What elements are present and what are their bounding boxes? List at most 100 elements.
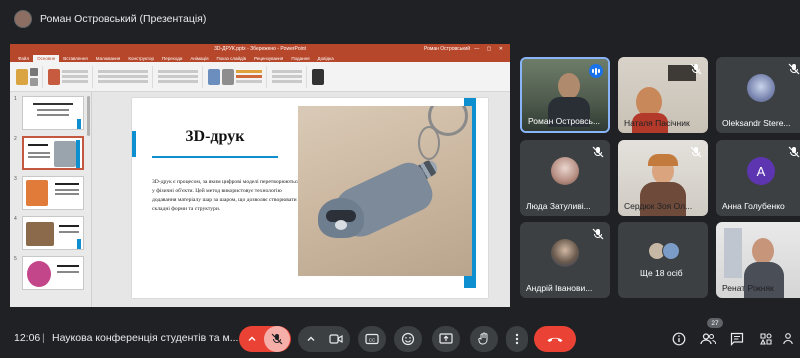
host-controls-button[interactable] xyxy=(778,328,800,350)
slide-thumbnails: 1 2 3 4 5 xyxy=(10,92,92,307)
slide-thumbnail[interactable] xyxy=(22,96,84,130)
mic-control-group xyxy=(239,326,291,352)
mic-off-icon xyxy=(592,228,604,240)
powerpoint-window-title: 3D-ДРУК.pptx - Збережено - PowerPoint xyxy=(214,45,306,52)
thumbnail-number: 5 xyxy=(14,256,17,262)
powerpoint-body: 1 2 3 4 5 3D-друк 3D-друк є процесом, за… xyxy=(10,92,510,307)
ribbon-group-drawing xyxy=(208,65,267,88)
shapes-icon[interactable] xyxy=(208,68,220,85)
tab-transitions[interactable]: Переходи xyxy=(158,55,186,62)
thumbnail-scrollbar[interactable] xyxy=(87,96,90,136)
dictate-icon[interactable] xyxy=(312,68,324,85)
raise-hand-button[interactable] xyxy=(470,326,498,352)
speaking-indicator-icon xyxy=(589,64,603,78)
slide-body-text[interactable]: 3D-друк є процесом, за яким цифрові моде… xyxy=(152,178,302,214)
more-participants-tile[interactable]: Ще 18 осіб xyxy=(618,222,708,298)
tab-home[interactable]: Основне xyxy=(33,55,60,62)
chat-button[interactable] xyxy=(726,328,748,350)
people-button[interactable] xyxy=(697,328,719,350)
tab-help[interactable]: Довідка xyxy=(314,55,338,62)
arrange-icon[interactable] xyxy=(222,68,234,85)
present-screen-button[interactable] xyxy=(432,326,460,352)
meeting-controls-bar: 12:06 | Наукова конференція студентів та… xyxy=(0,318,800,358)
participant-tile[interactable]: Роман Островсь... xyxy=(520,57,610,133)
activities-icon xyxy=(760,333,772,345)
meeting-name: Наукова конференція студентів та м... xyxy=(52,332,239,344)
slide-thumbnail[interactable] xyxy=(22,256,84,290)
meeting-details-button[interactable] xyxy=(668,328,690,350)
mic-toggle-button[interactable] xyxy=(264,326,290,352)
camera-toggle-button[interactable] xyxy=(323,326,349,352)
tab-draw[interactable]: Малювання xyxy=(92,55,125,62)
mic-off-icon xyxy=(690,63,702,75)
slide-editor[interactable]: 3D-друк 3D-друк є процесом, за яким цифр… xyxy=(92,92,510,307)
participant-tile[interactable]: Люда Затуливі... xyxy=(520,140,610,216)
slide-thumbnail-selected[interactable] xyxy=(22,136,84,170)
new-slide-icon[interactable] xyxy=(48,68,60,85)
more-options-button[interactable] xyxy=(506,326,528,352)
people-icon xyxy=(700,333,716,345)
leave-call-button[interactable] xyxy=(534,326,576,352)
participant-avatar xyxy=(662,242,680,260)
copy-icon[interactable] xyxy=(30,77,38,86)
participant-tile[interactable]: Oleksandr Stere... xyxy=(716,57,800,133)
more-vertical-icon xyxy=(515,333,519,345)
clock: 12:06 xyxy=(14,332,41,344)
participant-tile[interactable]: Ренат Ріжняк xyxy=(716,222,800,298)
participant-name: Андрій Іванови... xyxy=(526,283,593,293)
tab-review[interactable]: Рецензування xyxy=(250,55,287,62)
slide-thumbnail[interactable] xyxy=(22,216,84,250)
tab-view[interactable]: Подання xyxy=(287,55,313,62)
thumbnail-row[interactable]: 2 xyxy=(14,136,87,170)
participant-count-badge: 27 xyxy=(707,318,723,328)
thumbnail-row[interactable]: 5 xyxy=(14,256,87,290)
presenter-avatar xyxy=(14,10,32,28)
thumbnail-row[interactable]: 1 xyxy=(14,96,87,130)
lock-person-icon xyxy=(783,333,793,345)
participant-name: Ренат Ріжняк xyxy=(722,283,774,293)
tab-design[interactable]: Конструктор xyxy=(124,55,158,62)
slide-thumbnail[interactable] xyxy=(22,176,84,210)
ribbon-group-font xyxy=(98,65,153,88)
tab-file[interactable]: Файл xyxy=(14,55,33,62)
camera-icon xyxy=(329,334,343,344)
participant-name: Сердюк Зоя Ол... xyxy=(624,201,693,211)
present-icon xyxy=(439,333,453,344)
ribbon-tabs: Файл Основне Вставлення Малювання Констр… xyxy=(10,53,510,62)
captions-button[interactable]: CC xyxy=(358,326,386,352)
tab-slideshow[interactable]: Показ слайдів xyxy=(213,55,250,62)
thumbnail-row[interactable]: 4 xyxy=(14,216,87,250)
thumbnail-number: 3 xyxy=(14,176,17,182)
thumbnail-number: 1 xyxy=(14,96,17,102)
powerpoint-titlebar: 3D-ДРУК.pptx - Збережено - PowerPoint Ро… xyxy=(10,44,510,53)
participant-tile[interactable]: Наталя Пасічник xyxy=(618,57,708,133)
chat-icon xyxy=(730,332,744,346)
meet-window: Роман Островський (Презентація) 3D-ДРУК.… xyxy=(0,0,800,358)
participant-tile[interactable]: А Анна Голубенко xyxy=(716,140,800,216)
participant-tile[interactable]: Андрій Іванови... xyxy=(520,222,610,298)
ribbon-group-voice xyxy=(312,66,328,88)
thumbnail-row[interactable]: 3 xyxy=(14,176,87,210)
hand-icon xyxy=(478,332,488,345)
separator: | xyxy=(42,332,45,344)
thumbnail-number: 4 xyxy=(14,216,17,222)
reactions-button[interactable] xyxy=(394,326,422,352)
slide-title[interactable]: 3D-друк xyxy=(152,128,278,146)
captions-icon: CC xyxy=(365,333,379,345)
tab-animations[interactable]: Анімація xyxy=(186,55,212,62)
cut-icon[interactable] xyxy=(30,67,38,76)
presenter-title: Роман Островський (Презентація) xyxy=(40,13,207,25)
participant-tile[interactable]: Сердюк Зоя Ол... xyxy=(618,140,708,216)
shared-screen[interactable]: 3D-ДРУК.pptx - Збережено - PowerPoint Ро… xyxy=(10,44,510,307)
ribbon-group-slides xyxy=(48,65,93,88)
tab-insert[interactable]: Вставлення xyxy=(59,55,92,62)
current-slide[interactable]: 3D-друк 3D-друк є процесом, за яким цифр… xyxy=(132,98,488,298)
audio-options-button[interactable] xyxy=(240,326,264,352)
activities-button[interactable] xyxy=(755,328,777,350)
participant-name: Роман Островсь... xyxy=(528,116,601,126)
video-options-button[interactable] xyxy=(299,326,323,352)
window-controls[interactable]: — ▢ ✕ xyxy=(474,46,506,52)
paste-icon[interactable] xyxy=(16,68,28,85)
raccoon-keychain-image[interactable] xyxy=(298,106,472,276)
participant-avatar xyxy=(551,157,579,185)
